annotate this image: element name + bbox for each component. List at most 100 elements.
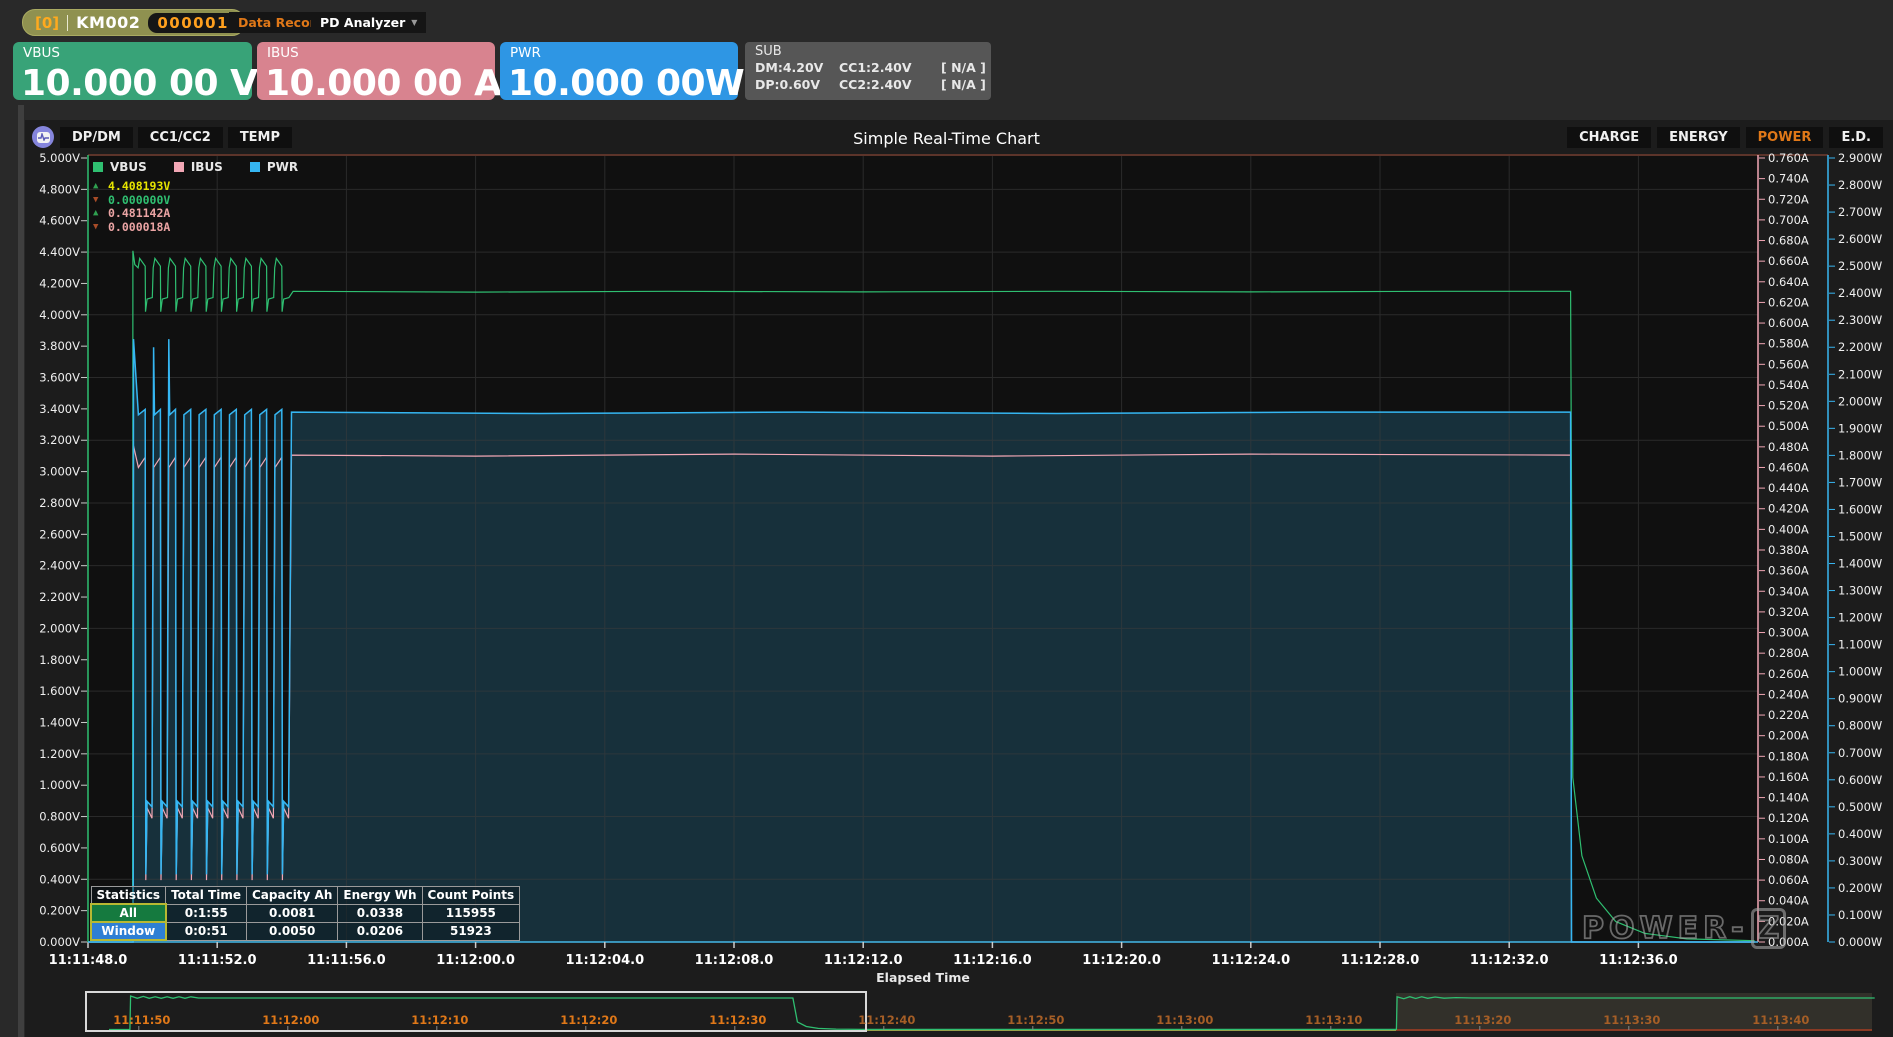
axis-tick-label: 4.600V (39, 214, 80, 228)
axis-tick-label: 0.200A (1768, 729, 1809, 743)
legend-item-vbus[interactable]: VBUS (93, 160, 147, 174)
overview-time-label: 11:11:50 (113, 1013, 170, 1027)
overview-time-label: 11:12:20 (560, 1013, 617, 1027)
overview-time-label: 11:12:50 (1007, 1013, 1064, 1027)
legend-item-pwr[interactable]: PWR (250, 160, 298, 174)
main-chart-canvas[interactable]: 5.000V4.800V4.600V4.400V4.200V4.000V3.80… (0, 0, 1893, 1037)
axis-tick-label: 0.460A (1768, 460, 1809, 474)
axis-tick-label: 4.000V (39, 308, 80, 322)
chart-legend: VBUS IBUS PWR (93, 160, 298, 174)
axis-tick-label: 1.800V (39, 653, 80, 667)
axis-tick-label: 0.800V (39, 810, 80, 824)
x-tick-label: 11:12:16.0 (953, 953, 1032, 968)
overview-time-label: 11:13:30 (1603, 1013, 1660, 1027)
axis-tick-label: 1.400V (39, 715, 80, 729)
axis-tick-label: 0.800W (1838, 719, 1882, 733)
axis-tick-label: 2.200V (39, 590, 80, 604)
axis-tick-label: 0.480A (1768, 440, 1809, 454)
legend-vbus-label: VBUS (110, 160, 147, 174)
axis-tick-label: 2.900W (1838, 151, 1882, 165)
axis-tick-label: 1.800W (1838, 448, 1882, 462)
axis-tick-label: 0.260A (1768, 667, 1809, 681)
stats-cell: 0:1:55 (166, 904, 247, 922)
stats-header: Capacity Ah (246, 887, 337, 905)
axis-tick-label: 1.200V (39, 747, 80, 761)
stats-cell: 0.0206 (338, 922, 422, 940)
pwr-area-fill (88, 339, 1755, 942)
overview-time-label: 11:12:30 (709, 1013, 766, 1027)
legend-pwr-label: PWR (267, 160, 298, 174)
axis-tick-label: 3.600V (39, 371, 80, 385)
axis-tick-label: 2.600V (39, 527, 80, 541)
overview-time-label: 11:13:40 (1752, 1013, 1809, 1027)
axis-tick-label: 0.160A (1768, 770, 1809, 784)
axis-tick-label: 0.200W (1838, 881, 1882, 895)
x-tick-label: 11:12:36.0 (1599, 953, 1678, 968)
vbus-min-readout: ▼ 0.000000V (93, 194, 170, 208)
stats-header-row: Statistics Total Time Capacity Ah Energy… (91, 887, 520, 905)
x-tick-label: 11:11:52.0 (178, 953, 257, 968)
watermark-z-logo: Z (1751, 908, 1787, 949)
axis-tick-label: 0.300W (1838, 854, 1882, 868)
axis-tick-label: 0.400V (39, 872, 80, 886)
axis-tick-label: 0.720A (1768, 192, 1809, 206)
axis-tick-label: 2.600W (1838, 232, 1882, 246)
stats-row-all: All 0:1:55 0.0081 0.0338 115955 (91, 904, 520, 922)
axis-tick-label: 0.400W (1838, 827, 1882, 841)
axis-tick-label: 0.120A (1768, 811, 1809, 825)
axis-tick-label: 0.700A (1768, 213, 1809, 227)
axis-tick-label: 0.100A (1768, 832, 1809, 846)
watermark-text: POWER- (1582, 911, 1749, 946)
axis-tick-label: 0.040A (1768, 894, 1809, 908)
volt-axis-ticks: 5.000V4.800V4.600V4.400V4.200V4.000V3.80… (39, 151, 87, 949)
vbus-max-value: 4.408193V (108, 180, 170, 194)
axis-tick-label: 0.600W (1838, 773, 1882, 787)
axis-tick-label: 4.200V (39, 276, 80, 290)
main-chart: 5.000V4.800V4.600V4.400V4.200V4.000V3.80… (39, 151, 1882, 985)
arrow-down-icon: ▼ (93, 194, 108, 208)
x-tick-label: 11:12:28.0 (1341, 953, 1420, 968)
legend-item-ibus[interactable]: IBUS (174, 160, 223, 174)
x-axis-title: Elapsed Time (876, 970, 970, 985)
axis-tick-label: 1.400W (1838, 557, 1882, 571)
axis-tick-label: 3.200V (39, 433, 80, 447)
axis-tick-label: 4.400V (39, 245, 80, 259)
overview-time-label: 11:12:10 (411, 1013, 468, 1027)
stats-all-badge[interactable]: All (91, 904, 166, 922)
axis-tick-label: 0.740A (1768, 172, 1809, 186)
axis-tick-label: 2.000V (39, 621, 80, 635)
axis-tick-label: 2.400V (39, 559, 80, 573)
axis-tick-label: 0.560A (1768, 357, 1809, 371)
x-tick-label: 11:12:12.0 (824, 953, 903, 968)
axis-tick-label: 0.380A (1768, 543, 1809, 557)
axis-tick-label: 0.680A (1768, 234, 1809, 248)
axis-tick-label: 0.240A (1768, 687, 1809, 701)
x-tick-label: 11:12:00.0 (436, 953, 515, 968)
axis-tick-label: 0.640A (1768, 275, 1809, 289)
stats-header: Statistics (91, 887, 166, 905)
axis-tick-label: 0.000W (1838, 935, 1882, 949)
stats-cell: 51923 (422, 922, 520, 940)
x-axis-ticks: 11:11:48.011:11:52.011:11:56.011:12:00.0… (49, 942, 1678, 985)
axis-tick-label: 0.400A (1768, 522, 1809, 536)
overview-strip[interactable]: 11:11:50 11:12:00 11:12:10 11:12:20 11:12:30… (86, 992, 1875, 1031)
overview-time-label: 11:12:00 (262, 1013, 319, 1027)
axis-tick-label: 0.900W (1838, 692, 1882, 706)
axis-tick-label: 0.220A (1768, 708, 1809, 722)
axis-tick-label: 2.000W (1838, 394, 1882, 408)
axis-tick-label: 0.000V (39, 935, 80, 949)
stats-cell: 115955 (422, 904, 520, 922)
stats-window-badge[interactable]: Window (91, 922, 166, 940)
vbus-max-readout: ▲ 4.408193V (93, 180, 170, 194)
stats-header: Energy Wh (338, 887, 422, 905)
axis-tick-label: 0.600A (1768, 316, 1809, 330)
axis-tick-label: 0.540A (1768, 378, 1809, 392)
overview-time-label: 11:13:10 (1305, 1013, 1362, 1027)
axis-tick-label: 1.600W (1838, 502, 1882, 516)
vbus-min-value: 0.000000V (108, 194, 170, 208)
axis-tick-label: 2.300W (1838, 313, 1882, 327)
overview-time-label: 11:13:20 (1454, 1013, 1511, 1027)
axis-tick-label: 2.500W (1838, 259, 1882, 273)
vbus-swatch-icon (93, 162, 103, 172)
axis-tick-label: 0.620A (1768, 295, 1809, 309)
